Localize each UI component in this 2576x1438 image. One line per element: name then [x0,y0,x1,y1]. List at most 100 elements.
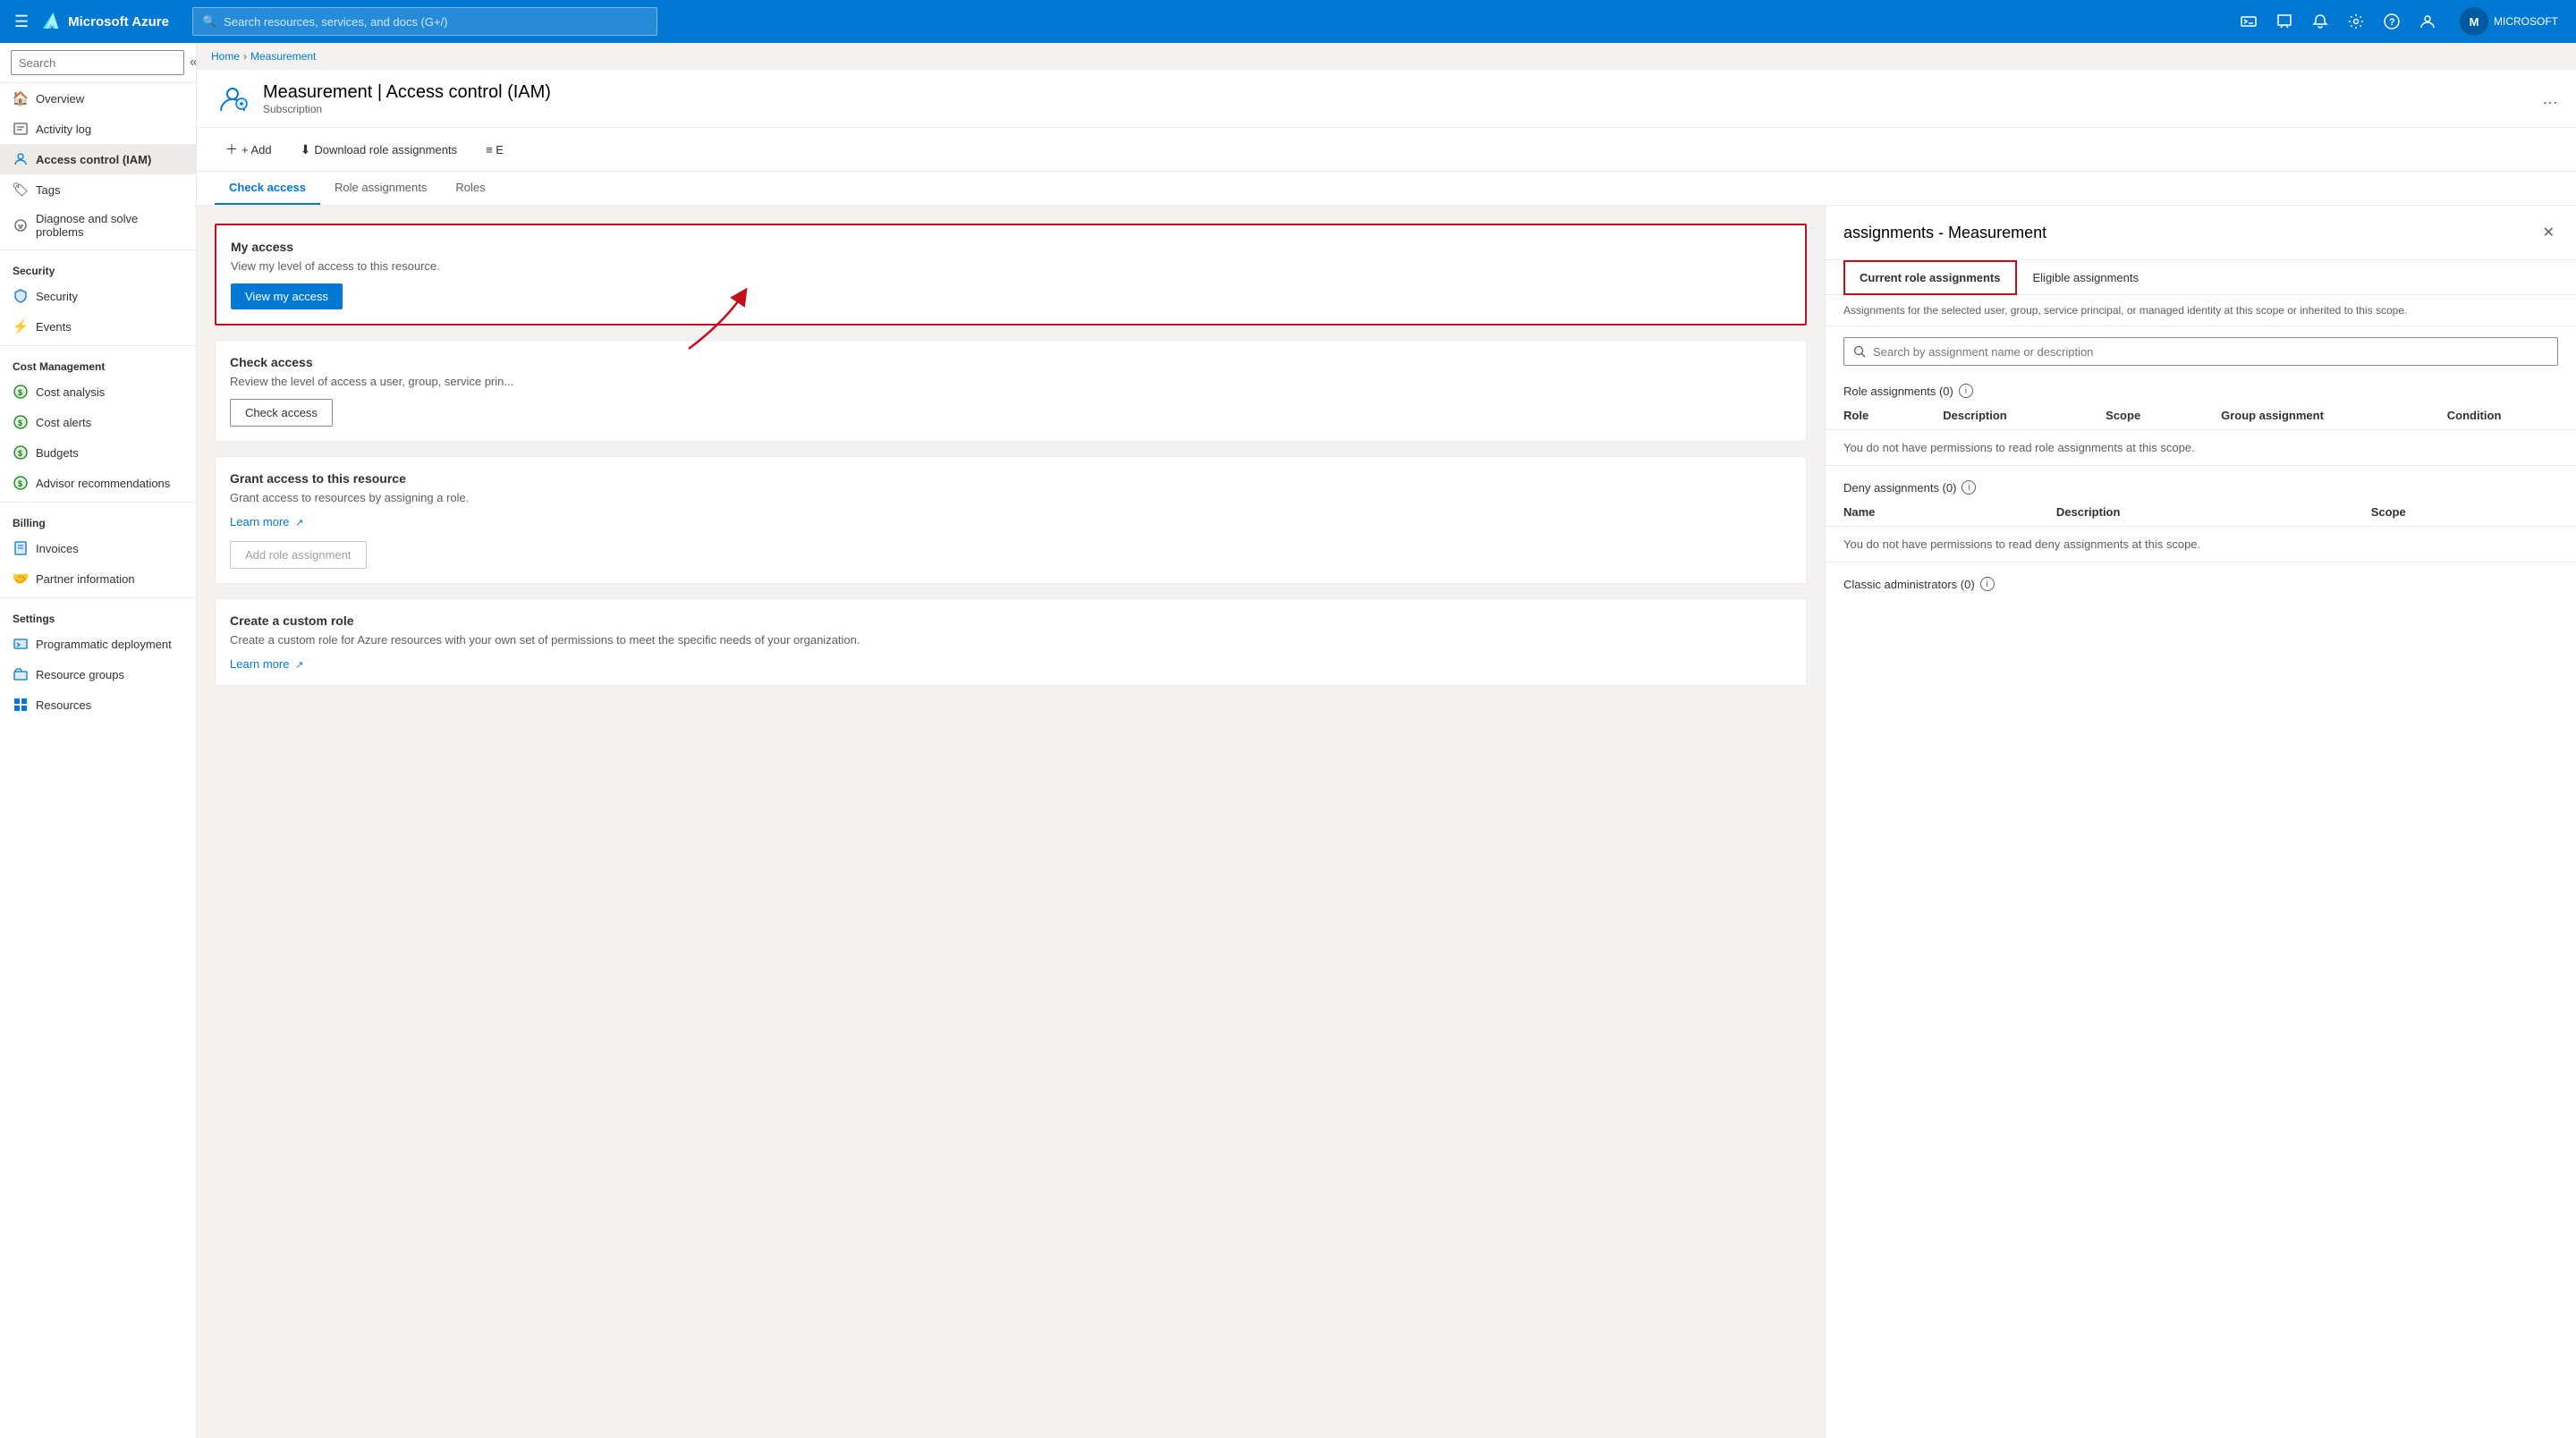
cost-analysis-icon: $ [13,384,29,400]
sidebar-item-events-label: Events [36,320,72,334]
classic-admins-info-icon[interactable]: i [1980,577,1995,591]
section-header-security: Security [0,254,196,281]
check-access-card: Check access Review the level of access … [215,340,1807,442]
tab-role-assignments[interactable]: Role assignments [320,172,441,205]
cards-area: My access View my level of access to thi… [197,206,1825,1438]
sidebar-item-advisor[interactable]: $ Advisor recommendations [0,468,196,498]
side-panel-close-btn[interactable]: ✕ [2539,220,2558,245]
tab-check-access[interactable]: Check access [215,172,320,205]
sidebar-item-programmatic[interactable]: Programmatic deployment [0,629,196,659]
custom-role-title: Create a custom role [230,613,1792,628]
cloud-shell-btn[interactable] [2233,5,2265,38]
sidebar-item-diagnose[interactable]: Diagnose and solve problems [0,205,196,246]
sidebar-item-resources-label: Resources [36,698,91,712]
grant-access-card: Grant access to this resource Grant acce… [215,456,1807,584]
tab-roles[interactable]: Roles [441,172,499,205]
check-access-desc: Review the level of access a user, group… [230,375,1792,388]
custom-role-learn-more-link[interactable]: Learn more ↗ [230,657,303,671]
deny-assignments-table: Name Description Scope [1826,498,2576,527]
breadcrumb-measurement[interactable]: Measurement [250,50,316,63]
sidebar-item-partner[interactable]: 🤝 Partner information [0,563,196,594]
tags-icon: 🏷 [13,182,29,198]
sidebar-item-cost-analysis[interactable]: $ Cost analysis [0,376,196,407]
sidebar-item-invoices-label: Invoices [36,542,79,555]
top-navbar: ☰ Microsoft Azure 🔍 Search resources, se… [0,0,2576,43]
sidebar-item-access-control[interactable]: Access control (IAM) [0,144,196,174]
check-access-btn[interactable]: Check access [230,399,333,427]
global-search-bar[interactable]: 🔍 Search resources, services, and docs (… [192,7,657,36]
sidebar-item-tags[interactable]: 🏷 Tags [0,174,196,205]
custom-role-desc: Create a custom role for Azure resources… [230,633,1792,647]
security-icon [13,288,29,304]
view-my-access-btn[interactable]: View my access [231,283,343,309]
events-icon: ⚡ [13,318,29,334]
col-deny-description: Description [2038,498,2353,527]
diagnose-icon [13,217,29,233]
svg-text:$: $ [18,388,22,397]
sidebar-item-activity-log[interactable]: Activity log [0,114,196,144]
sidebar-item-resource-groups[interactable]: Resource groups [0,659,196,689]
section-header-cost-management: Cost Management [0,350,196,376]
svg-text:$: $ [18,479,22,488]
panel-search-bar[interactable] [1843,337,2558,366]
sidebar-item-invoices[interactable]: Invoices [0,533,196,563]
resources-icon [13,697,29,713]
my-access-title: My access [231,240,1791,254]
panel-tab-current[interactable]: Current role assignments [1843,260,2017,295]
panel-tab-eligible[interactable]: Eligible assignments [2017,260,2156,295]
col-role: Role [1826,402,1925,430]
role-assignments-info-icon[interactable]: i [1959,384,1973,398]
custom-role-card: Create a custom role Create a custom rol… [215,598,1807,686]
sidebar-item-budgets-label: Budgets [36,446,79,460]
role-assignments-table: Role Description Scope Group assignment … [1826,402,2576,430]
add-icon: ＋ [225,140,238,158]
page-subtitle: Subscription [263,103,551,115]
panel-search-input[interactable] [1873,345,2548,359]
sidebar-item-events[interactable]: ⚡ Events [0,311,196,342]
sidebar-item-overview[interactable]: 🏠 Overview [0,83,196,114]
page-title: Measurement | Access control (IAM) [263,82,551,103]
resource-groups-icon [13,666,29,682]
add-role-assignment-btn[interactable]: Add role assignment [230,541,367,569]
breadcrumb-home[interactable]: Home [211,50,240,63]
azure-logo: Microsoft Azure [41,11,169,32]
sidebar-item-cost-alerts[interactable]: $ Cost alerts [0,407,196,437]
add-btn[interactable]: ＋ + Add [215,135,283,164]
sidebar-item-security-label: Security [36,290,78,303]
sidebar-item-access-control-label: Access control (IAM) [36,153,151,166]
sidebar-search-input[interactable] [11,50,184,75]
user-menu[interactable]: M MICROSOFT [2453,4,2565,39]
page-header: Measurement | Access control (IAM) Subsc… [197,70,2576,128]
external-link-icon: ↗ [295,518,303,529]
settings-btn[interactable] [2340,5,2372,38]
content-body: My access View my level of access to thi… [197,206,2576,1438]
feedback-btn[interactable] [2268,5,2301,38]
edit-columns-btn[interactable]: ≡ E [475,138,514,162]
page-header-text: Measurement | Access control (IAM) Subsc… [263,82,551,115]
sidebar-item-overview-label: Overview [36,92,84,106]
directory-btn[interactable] [2411,5,2444,38]
sidebar-item-partner-label: Partner information [36,572,135,586]
partner-icon: 🤝 [13,571,29,587]
role-assignments-empty-msg: You do not have permissions to read role… [1826,430,2576,466]
download-icon: ⬇ [301,142,311,157]
hamburger-menu[interactable]: ☰ [11,9,32,35]
sidebar-item-resources[interactable]: Resources [0,689,196,720]
grant-access-learn-more-link[interactable]: Learn more ↗ [230,515,303,529]
notifications-btn[interactable] [2304,5,2336,38]
download-btn[interactable]: ⬇ Download role assignments [290,137,468,163]
access-control-icon [13,151,29,167]
iam-header-icon [215,80,250,116]
check-access-title: Check access [230,355,1792,369]
header-more-btn[interactable]: … [2542,89,2558,108]
my-access-card: My access View my level of access to thi… [215,224,1807,326]
programmatic-icon [13,636,29,652]
deny-assignments-info-icon[interactable]: i [1962,480,1976,495]
overview-icon: 🏠 [13,90,29,106]
sidebar-collapse-btn[interactable]: « [190,52,197,73]
sidebar-item-budgets[interactable]: $ Budgets [0,437,196,468]
sidebar-item-security[interactable]: Security [0,281,196,311]
sidebar-item-resource-groups-label: Resource groups [36,668,124,681]
col-condition: Condition [2429,402,2576,430]
help-btn[interactable]: ? [2376,5,2408,38]
